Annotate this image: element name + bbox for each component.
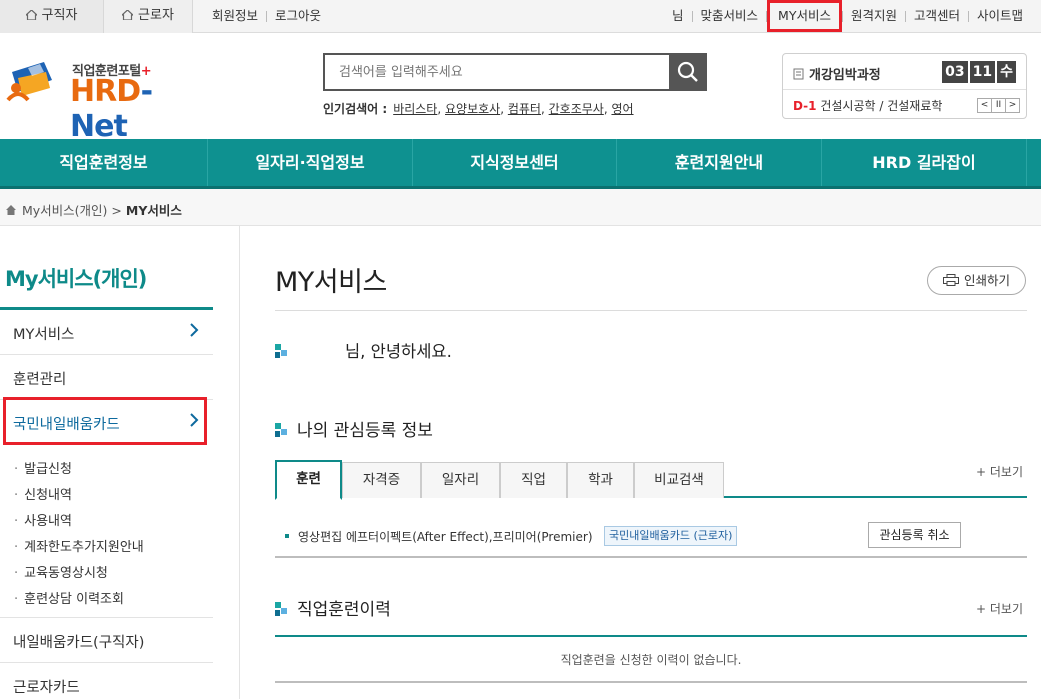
- highlight-box: [3, 397, 207, 445]
- pencil-icon: [793, 68, 804, 80]
- search-icon: [677, 61, 698, 82]
- tab-worker[interactable]: 근로자: [104, 0, 193, 33]
- next-button[interactable]: >: [1005, 98, 1020, 113]
- popular-term[interactable]: 영어: [611, 102, 633, 116]
- print-button[interactable]: 인쇄하기: [927, 266, 1026, 295]
- d-day-label: D-1: [793, 99, 817, 113]
- sidebar-subitems: 발급신청 신청내역 사용내역 계좌한도추가지원안내 교육동영상시청 훈련상담 이…: [14, 457, 144, 613]
- sidebar-item-worker-card[interactable]: 근로자카드: [0, 663, 213, 699]
- welcome-message: 님, 안녕하세요.: [275, 338, 452, 362]
- history-heading: 직업훈련이력: [275, 595, 391, 620]
- popular-term[interactable]: 요양보호사: [445, 102, 500, 116]
- top-utility-bar: 구직자 근로자 회원정보 로그아웃 님 맞춤서비스 MY서비스 원격지원 고객센터 사이트맵: [0, 0, 1041, 33]
- hrd-net-logo[interactable]: 직업훈련포털+ HRD-Net: [4, 56, 204, 144]
- bullet-icon: [275, 423, 287, 437]
- tab-worker-label: 근로자: [138, 8, 174, 23]
- nav-jobs-info[interactable]: 일자리·직업정보: [208, 139, 413, 186]
- date-day: 11: [969, 61, 996, 83]
- sidebar-subitem[interactable]: 교육동영상시청: [14, 561, 144, 587]
- nav-knowledge-center[interactable]: 지식정보센터: [413, 139, 617, 186]
- popular-term[interactable]: 컴퓨터: [508, 102, 541, 116]
- date-month: 03: [942, 61, 968, 83]
- popular-term[interactable]: 간호조무사: [549, 102, 604, 116]
- logout-link[interactable]: 로그아웃: [275, 8, 321, 23]
- tab-job-seeker-label: 구직자: [41, 8, 78, 23]
- page-title: MY서비스: [275, 267, 387, 298]
- sidebar: My서비스(개인) MY서비스 훈련관리 국민내일배움카드 발급신청 신청내역 …: [0, 226, 240, 699]
- tab-occupation[interactable]: 직업: [500, 462, 567, 498]
- date-weekday: 수: [997, 61, 1016, 83]
- breadcrumb: My서비스(개인) > MY서비스: [0, 189, 1041, 226]
- my-service-link[interactable]: MY서비스: [767, 0, 842, 32]
- sidebar-subitem[interactable]: 사용내역: [14, 509, 144, 535]
- search-input[interactable]: [323, 53, 669, 91]
- tab-compare-search[interactable]: 비교검색: [634, 462, 724, 498]
- sidebar-subitem[interactable]: 신청내역: [14, 483, 144, 509]
- interest-course-name[interactable]: 영상편집 에프터이펙트(After Effect),프리미어(Premier): [298, 528, 593, 545]
- printer-icon: [942, 274, 959, 286]
- popular-term[interactable]: 바리스타: [393, 102, 437, 116]
- breadcrumb-current: MY서비스: [125, 203, 182, 218]
- cancel-interest-button[interactable]: 관심등록 취소: [868, 522, 961, 548]
- service-links: 님 맞춤서비스 MY서비스 원격지원 고객센터 사이트맵: [672, 0, 1023, 33]
- member-info-link[interactable]: 회원정보: [212, 8, 258, 23]
- nav-hrd-guide[interactable]: HRD 길라잡이: [822, 139, 1027, 186]
- upcoming-course-title: 개강임박과정: [793, 64, 881, 83]
- course-carousel-controls: < II >: [977, 96, 1020, 113]
- search-button[interactable]: [669, 53, 707, 91]
- tab-job-seeker[interactable]: 구직자: [0, 0, 104, 33]
- interest-heading: 나의 관심등록 정보: [275, 416, 433, 441]
- course-item[interactable]: D-1 건설시공학 / 건설재료학: [793, 97, 942, 114]
- interest-tabs: 훈련 자격증 일자리 직업 학과 비교검색: [275, 460, 1027, 500]
- sidebar-subitem[interactable]: 계좌한도추가지원안내: [14, 535, 144, 561]
- nav-training-support[interactable]: 훈련지원안내: [617, 139, 822, 186]
- sidebar-title: My서비스(개인): [5, 267, 147, 291]
- sidebar-item-training-management[interactable]: 훈련관리: [0, 355, 213, 400]
- search-bar: [323, 53, 707, 91]
- chevron-right-icon: [190, 323, 199, 337]
- card-type-badge: 국민내일배움카드 (근로자): [604, 526, 738, 546]
- breadcrumb-parent[interactable]: My서비스(개인): [22, 203, 107, 218]
- sidebar-subitem[interactable]: 훈련상담 이력조회: [14, 587, 144, 613]
- nav-training-info[interactable]: 직업훈련정보: [0, 139, 208, 186]
- tab-certificate[interactable]: 자격증: [342, 462, 421, 498]
- logo-graphic-icon: [6, 62, 52, 102]
- sitemap-link[interactable]: 사이트맵: [977, 8, 1023, 23]
- tab-jobs[interactable]: 일자리: [421, 462, 500, 498]
- remote-support-link[interactable]: 원격지원: [851, 8, 897, 23]
- home-icon[interactable]: [6, 205, 16, 215]
- history-empty-message: 직업훈련을 신청한 이력이 없습니다.: [275, 637, 1027, 683]
- prev-button[interactable]: <: [977, 98, 992, 113]
- logo-wordmark: HRD-Net: [70, 74, 153, 144]
- customer-center-link[interactable]: 고객센터: [914, 8, 960, 23]
- custom-service-link[interactable]: 맞춤서비스: [701, 8, 759, 23]
- upcoming-course-widget: 개강임박과정 03 11 수 D-1 건설시공학 / 건설재료학 < II >: [782, 53, 1027, 119]
- user-name-suffix: 님: [672, 8, 684, 23]
- account-links: 회원정보 로그아웃: [212, 0, 321, 33]
- course-date: 03 11 수: [940, 61, 1016, 83]
- bullet-icon: [275, 602, 287, 616]
- popular-search-terms: 인기검색어 : 바리스타, 요양보호사, 컴퓨터, 간호조무사, 영어: [323, 102, 634, 116]
- tab-training[interactable]: 훈련: [275, 460, 342, 500]
- pause-button[interactable]: II: [991, 98, 1006, 113]
- main-navigation: 직업훈련정보 일자리·직업정보 지식정보센터 훈련지원안내 HRD 길라잡이: [0, 139, 1041, 189]
- sidebar-subitem[interactable]: 발급신청: [14, 457, 144, 483]
- tab-major[interactable]: 학과: [567, 462, 634, 498]
- interest-row: 영상편집 에프터이펙트(After Effect),프리미어(Premier) …: [275, 520, 1027, 558]
- home-icon: [122, 10, 134, 20]
- sidebar-item-my-service[interactable]: MY서비스: [0, 310, 213, 355]
- history-more-link[interactable]: + 더보기: [976, 600, 1023, 617]
- sidebar-item-jobseeker-card[interactable]: 내일배움카드(구직자): [0, 617, 213, 663]
- bullet-icon: [275, 344, 287, 358]
- home-icon: [25, 10, 37, 20]
